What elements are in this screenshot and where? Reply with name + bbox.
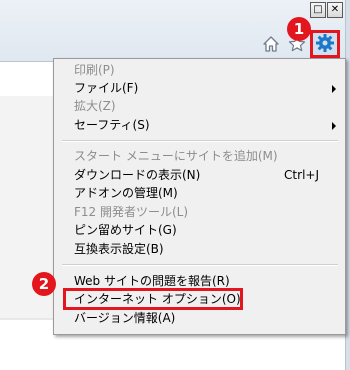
menu-item-label: 互換表示設定(B)	[74, 242, 164, 256]
tools-menu: 印刷(P) ファイル(F) 拡大(Z) セーフティ(S) スタート メニューにサ…	[53, 58, 346, 335]
menu-item-label: 拡大(Z)	[74, 99, 116, 113]
menu-item-label: バージョン情報(A)	[74, 311, 176, 325]
restore-button[interactable]: □	[310, 2, 326, 18]
menu-item-label: スタート メニューにサイトを追加(M)	[74, 149, 278, 163]
close-icon: ✕	[330, 4, 340, 15]
step-2-badge: 2	[32, 272, 56, 296]
menu-item-pinned-sites[interactable]: ピン留めサイト(G)	[74, 222, 340, 239]
menu-item-label: F12 開発者ツール(L)	[74, 205, 189, 219]
home-icon[interactable]	[261, 34, 281, 54]
menu-item-manage-addons[interactable]: アドオンの管理(M)	[74, 185, 340, 202]
menu-separator	[62, 264, 338, 266]
submenu-arrow-icon	[332, 85, 336, 93]
menu-item-file[interactable]: ファイル(F)	[74, 80, 340, 97]
gear-icon	[315, 33, 335, 56]
menu-item-about[interactable]: バージョン情報(A)	[74, 310, 340, 327]
menu-item-zoom[interactable]: 拡大(Z)	[74, 98, 340, 115]
internet-options-highlight	[63, 288, 243, 310]
menu-item-view-downloads[interactable]: ダウンロードの表示(N) Ctrl+J	[74, 167, 340, 184]
menu-item-compatibility-view-settings[interactable]: 互換表示設定(B)	[74, 241, 340, 258]
close-button[interactable]: ✕	[327, 2, 343, 18]
menu-item-label: 印刷(P)	[74, 63, 115, 77]
menu-item-label: Web サイトの問題を報告(R)	[74, 274, 230, 288]
menu-separator	[62, 140, 338, 142]
menu-item-label: アドオンの管理(M)	[74, 186, 178, 200]
menu-item-shortcut: Ctrl+J	[284, 168, 319, 182]
menu-item-print[interactable]: 印刷(P)	[74, 62, 340, 79]
menu-item-label: セーフティ(S)	[74, 118, 150, 132]
step-1-badge: 1	[287, 17, 311, 41]
menu-item-label: ファイル(F)	[74, 81, 139, 95]
menu-item-add-site-to-start[interactable]: スタート メニューにサイトを追加(M)	[74, 148, 340, 165]
tools-button[interactable]	[310, 30, 340, 58]
restore-icon: □	[313, 4, 323, 15]
menu-item-label: ダウンロードの表示(N)	[74, 168, 201, 182]
menu-item-label: ピン留めサイト(G)	[74, 223, 177, 237]
menu-item-f12-developer-tools[interactable]: F12 開発者ツール(L)	[74, 204, 340, 221]
submenu-arrow-icon	[332, 122, 336, 130]
menu-item-safety[interactable]: セーフティ(S)	[74, 117, 340, 134]
